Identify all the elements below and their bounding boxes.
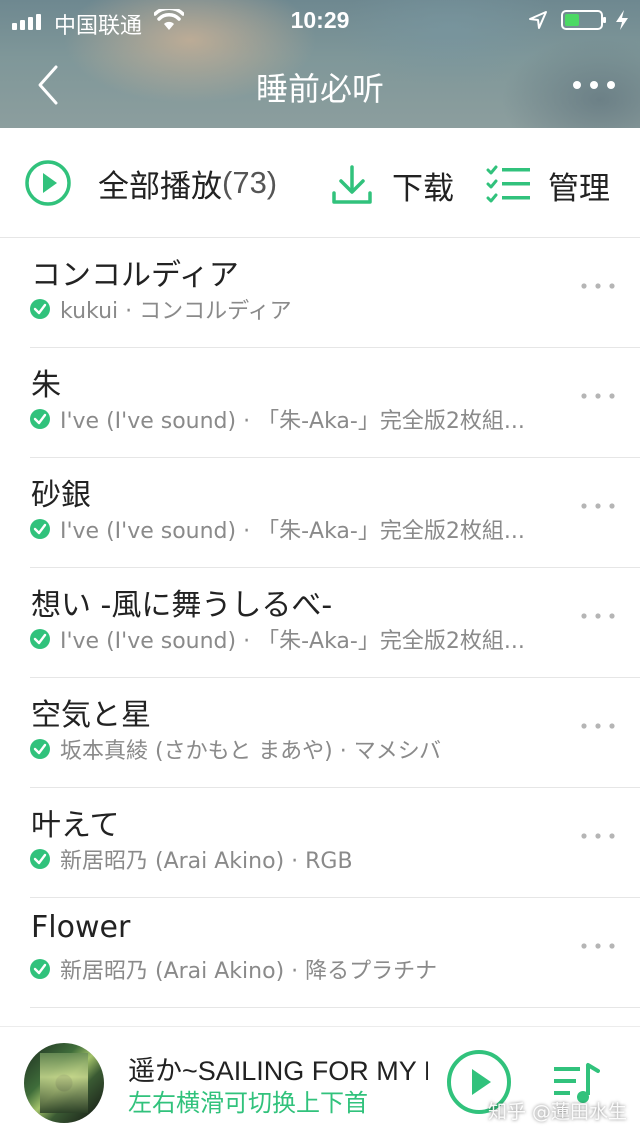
song-more-button[interactable] [578,386,618,406]
song-title: 空気と星 [31,698,151,733]
song-subtitle: I've (I've sound) · 「朱-Aka-」完全版2枚組... [60,629,525,654]
play-circle-icon [25,160,71,206]
song-meta: 坂本真綾 (さかもと まあや) · マメシバ [30,734,441,764]
downloaded-check-icon [30,409,50,429]
downloaded-check-icon [30,849,50,869]
song-item[interactable]: Flower 新居昭乃 (Arai Akino) · 降るプラチナ [0,898,640,1008]
downloaded-check-icon [30,519,50,539]
song-subtitle: kukui · コンコルディア [60,299,292,324]
song-meta: I've (I've sound) · 「朱-Aka-」完全版2枚組... [30,514,525,544]
song-title: 想い -風に舞うしるべ- [31,588,333,623]
mini-player[interactable]: 遥か~SAILING FOR MY DREAM~ 左右横滑可切换上下首 知乎 @… [0,1026,640,1136]
play-all-label: 全部播放 [98,168,222,205]
song-subtitle: 坂本真綾 (さかもと まあや) · マメシバ [60,739,442,764]
song-more-button[interactable] [578,826,618,846]
song-item[interactable]: 空気と星 坂本真綾 (さかもと まあや) · マメシバ [0,678,640,788]
song-meta: I've (I've sound) · 「朱-Aka-」完全版2枚組... [30,404,525,434]
downloaded-check-icon [30,299,50,319]
action-bar: 全部播放 (73) 下载 管理 [0,128,640,238]
song-more-button[interactable] [578,276,618,296]
download-icon [332,165,372,204]
song-title: 朱 [31,368,61,403]
song-title: コンコルディア [31,258,239,293]
charging-icon [616,10,628,30]
song-title: Flower [31,910,131,945]
more-options-button[interactable] [568,70,620,100]
header: 中国联通 10:29 睡前必听 [0,0,640,128]
back-button[interactable] [30,62,70,108]
song-more-button[interactable] [578,496,618,516]
song-title: 砂銀 [31,478,91,513]
song-meta: 新居昭乃 (Arai Akino) · RGB [30,844,353,874]
song-more-button[interactable] [578,936,618,956]
status-bar: 中国联通 10:29 [0,0,640,40]
song-more-button[interactable] [578,716,618,736]
song-item[interactable]: 想い -風に舞うしるべ- I've (I've sound) · 「朱-Aka-… [0,568,640,678]
location-icon [529,11,547,29]
downloaded-check-icon [30,739,50,759]
song-subtitle: 新居昭乃 (Arai Akino) · RGB [60,849,353,874]
download-label: 下载 [392,170,454,207]
song-meta: kukui · コンコルディア [30,294,292,324]
swipe-hint: 左右横滑可切换上下首 [128,1089,368,1117]
downloaded-check-icon [30,629,50,649]
checklist-icon [486,165,530,203]
album-cover[interactable] [24,1043,104,1123]
manage-label: 管理 [548,170,610,207]
song-more-button[interactable] [578,606,618,626]
song-item[interactable]: 朱 I've (I've sound) · 「朱-Aka-」完全版2枚組... [0,348,640,458]
download-button[interactable]: 下载 [330,160,454,210]
album-art [40,1053,88,1113]
song-count: (73) [222,165,278,200]
song-subtitle: 新居昭乃 (Arai Akino) · 降るプラチナ [60,959,438,984]
song-item[interactable]: 砂銀 I've (I've sound) · 「朱-Aka-」完全版2枚組... [0,458,640,568]
song-meta: I've (I've sound) · 「朱-Aka-」完全版2枚組... [30,624,525,654]
song-item[interactable]: コンコルディア kukui · コンコルディア [0,238,640,348]
downloaded-check-icon [30,959,50,979]
song-meta: 新居昭乃 (Arai Akino) · 降るプラチナ [30,954,437,984]
watermark: 知乎 @蓮田水生 [488,1101,628,1123]
song-item[interactable]: 叶えて 新居昭乃 (Arai Akino) · RGB [0,788,640,898]
manage-button[interactable]: 管理 [486,160,610,210]
battery-icon [561,10,606,30]
song-subtitle: I've (I've sound) · 「朱-Aka-」完全版2枚組... [60,409,525,434]
play-all-button[interactable]: 全部播放 (73) [24,158,277,208]
page-title: 睡前必听 [255,70,384,108]
song-title: 叶えて [31,808,120,843]
song-subtitle: I've (I've sound) · 「朱-Aka-」完全版2枚組... [60,519,525,544]
